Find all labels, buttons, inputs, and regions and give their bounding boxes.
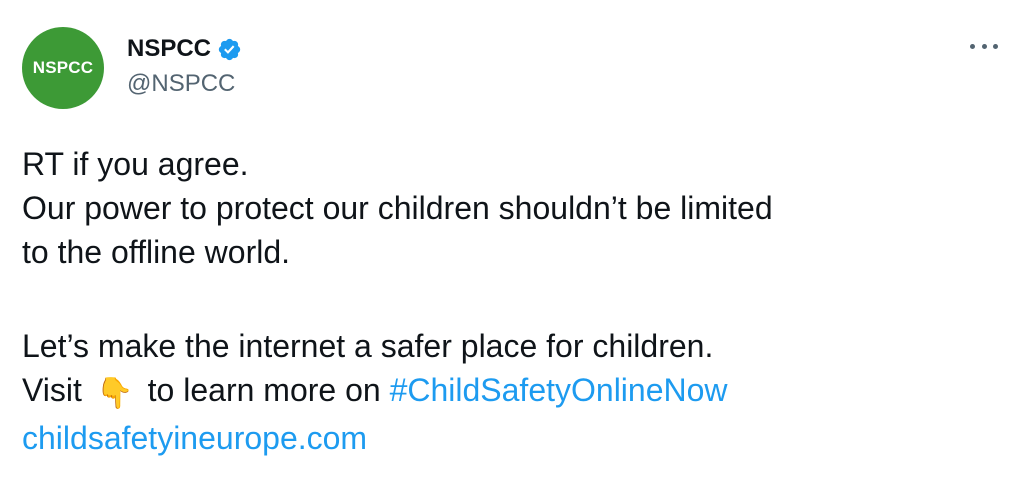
more-dot (993, 43, 998, 49)
tweet-line: Let’s make the internet a safer place fo… (22, 328, 714, 364)
author-name-row: NSPCC (127, 32, 242, 66)
tweet-line: Our power to protect our children should… (22, 190, 773, 226)
tweet-line: RT if you agree. (22, 146, 249, 182)
avatar-logo-text: NSPCC (32, 58, 94, 77)
pointing-down-emoji-icon: 👇 (96, 376, 134, 411)
user-handle[interactable]: @NSPCC (127, 70, 235, 98)
website-link[interactable]: childsafetyineurope.com (22, 416, 1002, 460)
verified-badge-icon (217, 37, 242, 62)
tweet-card: NSPCC NSPCC @NSPCC RT if you agree. Our … (0, 0, 1024, 495)
more-dot (970, 43, 975, 49)
tweet-line: to the offline world. (22, 234, 291, 270)
hashtag-link[interactable]: #ChildSafetyOnlineNow (390, 372, 728, 408)
avatar[interactable]: NSPCC (22, 27, 104, 109)
display-name[interactable]: NSPCC (127, 35, 211, 63)
tweet-text-fragment: to learn more on (147, 372, 381, 408)
more-options-button[interactable] (970, 36, 998, 56)
more-dot (981, 43, 987, 49)
tweet-text: RT if you agree. Our power to protect ou… (22, 142, 1002, 460)
tweet-line: Visit 👇 to learn more on #ChildSafetyOnl… (22, 368, 1002, 416)
tweet-text-fragment: Visit (22, 372, 82, 408)
